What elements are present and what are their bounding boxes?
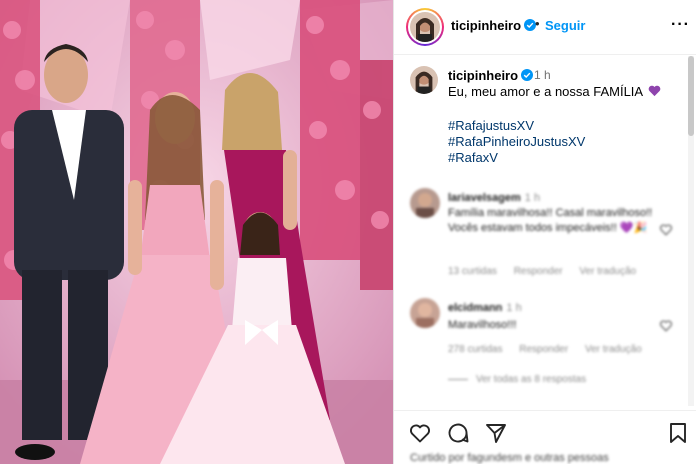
comment-username[interactable]: lariavelsagem 1 h <box>448 192 540 204</box>
caption-username[interactable]: ticipinheiro <box>448 68 534 83</box>
hashtag-link[interactable]: #RafajustusXV <box>448 118 585 134</box>
comments-scrollbar[interactable] <box>688 56 694 406</box>
heart-icon[interactable] <box>660 320 672 332</box>
post-side-panel: ticipinheiro • Seguir ··· ticipinheiro 1… <box>393 0 696 464</box>
view-replies-link[interactable]: Ver todas as 8 respostas <box>448 374 586 385</box>
caption-avatar[interactable] <box>410 66 438 94</box>
comment-icon[interactable] <box>446 421 470 445</box>
translate-button[interactable]: Ver tradução <box>579 266 636 277</box>
post-header: ticipinheiro • Seguir ··· <box>394 0 696 55</box>
profile-avatar-story-ring[interactable] <box>406 8 444 46</box>
caption-text: Eu, meu amor e a nossa FAMÍLIA <box>448 84 661 99</box>
reply-button[interactable]: Responder <box>519 344 568 355</box>
save-icon[interactable] <box>666 421 690 445</box>
hashtag-link[interactable]: #RafaPinheiroJustusXV <box>448 134 585 150</box>
follow-button[interactable]: Seguir <box>545 18 585 33</box>
post-photo[interactable] <box>0 0 393 464</box>
header-separator: • <box>535 16 540 31</box>
reply-button[interactable]: Responder <box>514 266 563 277</box>
comment-meta: 13 curtidas Responder Ver tradução <box>448 266 650 277</box>
comment-likes-count[interactable]: 13 curtidas <box>448 266 497 277</box>
purple-heart-emoji-icon <box>648 85 661 97</box>
share-icon[interactable] <box>484 421 508 445</box>
comment-likes-count[interactable]: 278 curtidas <box>448 344 502 355</box>
comment-username[interactable]: elcidmann 1 h <box>448 302 522 314</box>
caption-timestamp[interactable]: 1 h <box>534 68 551 82</box>
comment-text: Maravilhoso!!! <box>448 319 517 331</box>
comment-avatar[interactable] <box>410 188 440 218</box>
scrollbar-thumb[interactable] <box>688 56 694 136</box>
comment-meta: 278 curtidas Responder Ver tradução <box>448 344 656 355</box>
verified-badge-icon <box>521 69 534 81</box>
hashtag-link[interactable]: #RafaxV <box>448 150 585 166</box>
comment-text: Família maravilhosa!! Casal maravilhoso!… <box>448 207 653 234</box>
avatar <box>410 12 440 42</box>
header-username[interactable]: ticipinheiro <box>451 18 537 33</box>
post-actions-bar <box>394 410 696 450</box>
translate-button[interactable]: Ver tradução <box>585 344 642 355</box>
liked-by-text[interactable]: Curtido por fagundesm e outras pessoas <box>410 452 609 464</box>
caption-hashtags: #RafajustusXV #RafaPinheiroJustusXV #Raf… <box>448 118 585 166</box>
heart-icon[interactable] <box>660 224 672 236</box>
more-options-icon[interactable]: ··· <box>671 16 690 34</box>
heart-icon[interactable] <box>408 421 432 445</box>
comment-avatar[interactable] <box>410 298 440 328</box>
post-photo-illustration <box>0 0 393 464</box>
